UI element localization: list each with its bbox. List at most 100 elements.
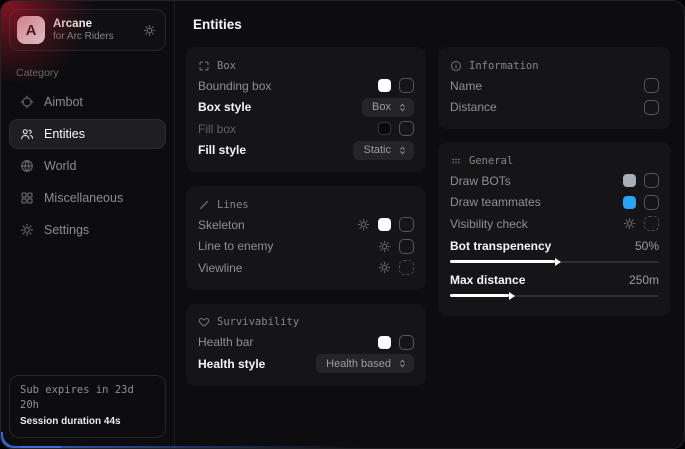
setting-row-line-to-enemy: Line to enemy: [198, 236, 414, 258]
setting-row-viewline: Viewline: [198, 257, 414, 279]
setting-row-distance: Distance: [450, 97, 659, 119]
info-icon: [450, 60, 462, 72]
visibility-check-checkbox[interactable]: [644, 216, 659, 231]
chevrons-up-down-icon: [397, 102, 408, 113]
card-title: Box: [217, 60, 236, 72]
skeleton-checkbox[interactable]: [399, 217, 414, 232]
gear-icon[interactable]: [357, 218, 370, 231]
crosshair-icon: [20, 95, 34, 109]
card-information: Information Name Distance: [438, 47, 671, 129]
viewline-checkbox[interactable]: [399, 260, 414, 275]
category-label: Category: [16, 67, 166, 79]
name-checkbox[interactable]: [644, 78, 659, 93]
distance-checkbox[interactable]: [644, 100, 659, 115]
sidebar-item-label: World: [44, 159, 76, 173]
setting-row-draw-bots: Draw BOTs: [450, 170, 659, 192]
line-to-enemy-checkbox[interactable]: [399, 239, 414, 254]
subscription-expiry: Sub expires in 23d 20h: [20, 383, 155, 415]
globe-icon: [20, 159, 34, 173]
slider-thumb[interactable]: [555, 258, 561, 266]
sidebar-item-aimbot[interactable]: Aimbot: [9, 87, 166, 117]
setting-label: Name: [450, 79, 482, 93]
gear-icon[interactable]: [378, 240, 391, 253]
sidebar-item-label: Miscellaneous: [44, 191, 123, 205]
dropdown-value: Static: [363, 144, 391, 156]
slider-fill: [450, 294, 509, 297]
scan-box-icon: [198, 60, 210, 72]
sidebar: A Arcane for Arc Riders Category Aimbot: [1, 1, 175, 448]
card-information-header: Information: [450, 56, 659, 75]
gear-icon: [20, 223, 34, 237]
gear-icon[interactable]: [623, 217, 636, 230]
setting-label: Skeleton: [198, 218, 245, 232]
sidebar-item-settings[interactable]: Settings: [9, 215, 166, 245]
chevrons-up-down-icon: [397, 145, 408, 156]
draw-teammates-checkbox[interactable]: [644, 195, 659, 210]
card-box-header: Box: [198, 56, 414, 75]
draw-bots-checkbox[interactable]: [644, 173, 659, 188]
max-distance-slider[interactable]: [450, 290, 659, 302]
setting-label: Distance: [450, 100, 497, 114]
setting-label: Draw BOTs: [450, 174, 511, 188]
setting-row-fill-box: Fill box: [198, 118, 414, 140]
users-icon: [20, 127, 34, 141]
color-swatch[interactable]: [378, 218, 391, 231]
card-lines-header: Lines: [198, 195, 414, 214]
diagonal-line-icon: [198, 199, 210, 211]
color-swatch[interactable]: [623, 196, 636, 209]
card-box: Box Bounding box Box style Box: [186, 47, 426, 172]
sidebar-item-world[interactable]: World: [9, 151, 166, 181]
sidebar-item-label: Entities: [44, 127, 85, 141]
grid-icon: [20, 191, 34, 205]
sidebar-item-label: Aimbot: [44, 95, 83, 109]
sidebar-item-miscellaneous[interactable]: Miscellaneous: [9, 183, 166, 213]
dropdown-value: Health based: [326, 358, 391, 370]
color-swatch[interactable]: [378, 122, 391, 135]
main-content: Entities Box Bounding box: [175, 1, 684, 448]
setting-row-health-style: Health style Health based: [198, 353, 414, 375]
setting-label: Bot transpenency: [450, 239, 551, 253]
bounding-box-checkbox[interactable]: [399, 78, 414, 93]
app-header-card: A Arcane for Arc Riders: [9, 9, 166, 51]
subscription-panel: Sub expires in 23d 20h Session duration …: [9, 375, 166, 439]
session-duration: Session duration 44s: [20, 414, 155, 429]
fill-box-checkbox[interactable]: [399, 121, 414, 136]
setting-label: Max distance: [450, 273, 525, 287]
setting-label: Visibility check: [450, 217, 528, 231]
color-swatch[interactable]: [378, 336, 391, 349]
health-style-dropdown[interactable]: Health based: [316, 354, 414, 373]
setting-row-skeleton: Skeleton: [198, 214, 414, 236]
setting-label: Viewline: [198, 261, 242, 275]
card-title: General: [469, 155, 513, 167]
card-title: Information: [469, 60, 539, 72]
card-title: Survivability: [217, 316, 299, 328]
health-bar-checkbox[interactable]: [399, 335, 414, 350]
bot-transparency-slider[interactable]: [450, 256, 659, 268]
setting-row-name: Name: [450, 75, 659, 97]
setting-row-fill-style: Fill style Static: [198, 140, 414, 162]
color-swatch[interactable]: [378, 79, 391, 92]
fill-style-dropdown[interactable]: Static: [353, 141, 414, 160]
card-lines: Lines Skeleton Line to enemy: [186, 186, 426, 290]
gear-icon[interactable]: [378, 261, 391, 274]
setting-label: Line to enemy: [198, 239, 273, 253]
app-meta: Arcane for Arc Riders: [53, 17, 114, 44]
setting-label: Health bar: [198, 335, 253, 349]
app-subtitle: for Arc Riders: [53, 31, 114, 44]
setting-label: Fill box: [198, 122, 236, 136]
gear-icon[interactable]: [143, 24, 156, 37]
slider-thumb[interactable]: [509, 292, 515, 300]
app-window: A Arcane for Arc Riders Category Aimbot: [0, 0, 685, 449]
sidebar-item-entities[interactable]: Entities: [9, 119, 166, 149]
sidebar-item-label: Settings: [44, 223, 89, 237]
box-style-dropdown[interactable]: Box: [362, 98, 414, 117]
color-swatch[interactable]: [623, 174, 636, 187]
slider-value: 50%: [635, 239, 659, 253]
setting-row-draw-teammates: Draw teammates: [450, 192, 659, 214]
setting-row-visibility-check: Visibility check: [450, 213, 659, 235]
setting-label: Health style: [198, 357, 265, 371]
chevrons-up-down-icon: [397, 358, 408, 369]
setting-label: Fill style: [198, 143, 246, 157]
setting-row-bot-transparency: Bot transpenency 50%: [450, 237, 659, 255]
sidebar-nav: Aimbot Entities World Miscellaneous: [9, 87, 166, 245]
